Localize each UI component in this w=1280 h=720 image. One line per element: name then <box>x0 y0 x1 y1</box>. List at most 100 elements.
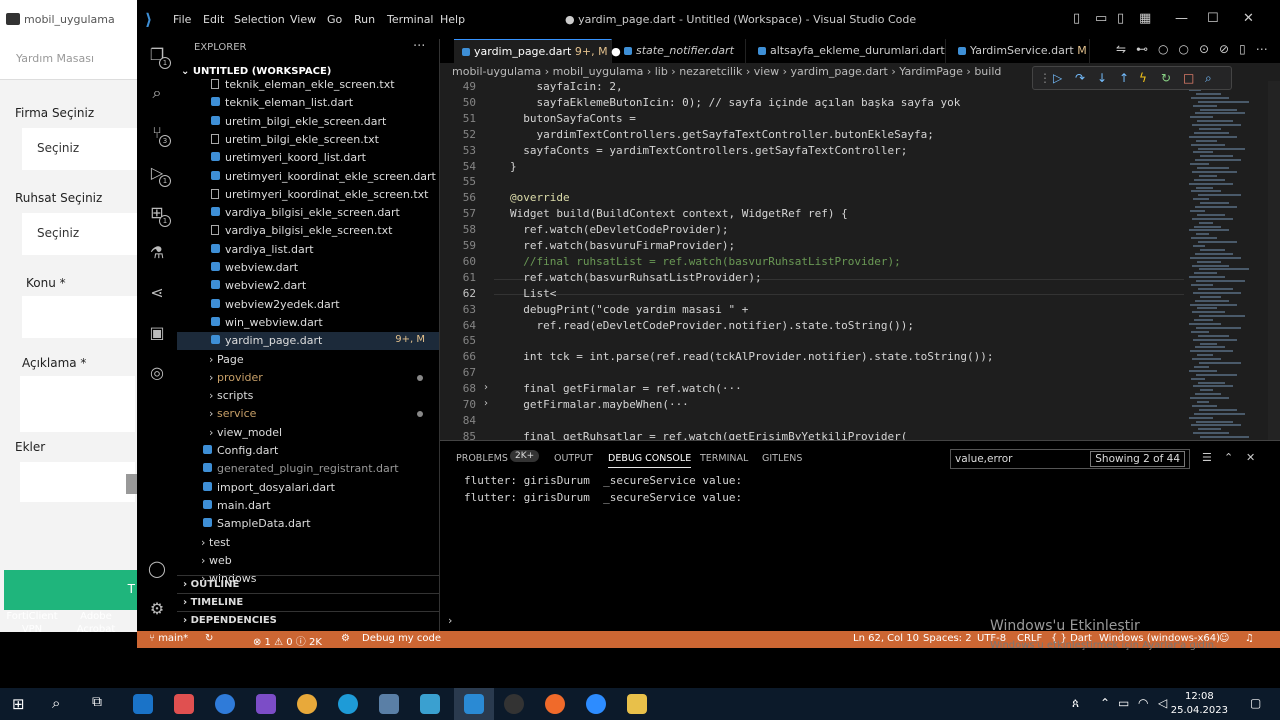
tab-yardim-service[interactable]: YardimService.dart M <box>950 39 1090 63</box>
file-item[interactable]: Config.dart <box>177 442 439 460</box>
tab-terminal[interactable]: TERMINAL <box>700 453 748 464</box>
problems-indicator[interactable]: ⊗ 1 ⚠ 0 ⓘ 2K <box>253 633 322 648</box>
feedback-icon[interactable]: ☺ <box>1219 633 1229 644</box>
continue-icon[interactable]: ▷ <box>1053 71 1062 85</box>
step-over-icon[interactable]: ↷ <box>1075 71 1085 85</box>
chrome-icon[interactable] <box>297 694 317 714</box>
task-view-icon[interactable]: ⧉ <box>92 694 102 710</box>
console-prompt[interactable]: › <box>448 614 452 627</box>
file-item[interactable]: uretim_bilgi_ekle_screen.dart <box>177 113 439 131</box>
desktop-icon-acrobat[interactable]: Adobe Acrobat <box>68 610 124 636</box>
drag-handle-icon[interactable]: ⋮ <box>1039 71 1051 85</box>
menu-terminal[interactable]: Terminal <box>387 13 434 26</box>
layout-icon[interactable]: ▦ <box>1139 11 1151 26</box>
menu-selection[interactable]: Selection <box>234 13 285 26</box>
tab-debug-console[interactable]: DEBUG CONSOLE <box>608 453 692 468</box>
zoom-icon[interactable] <box>586 694 606 714</box>
file-item[interactable]: yardim_page.dart 9+, M <box>177 332 439 351</box>
editor-actions[interactable]: ⇋⊷○○⊙⊘▯⋯ <box>1116 42 1278 56</box>
hot-reload-icon[interactable]: ϟ <box>1139 71 1147 85</box>
menu-view[interactable]: View <box>290 13 316 26</box>
file-item[interactable]: uretimyeri_koordinat_ekle_screen.dart <box>177 168 439 186</box>
file-item[interactable]: uretimyeri_koordinat_ekle_screen.txt <box>177 186 439 204</box>
testing-icon[interactable]: ⚗ <box>147 243 167 263</box>
account-icon[interactable]: ◯ <box>147 559 167 579</box>
indentation[interactable]: Spaces: 2 <box>923 633 972 644</box>
vscode-taskbar-icon[interactable] <box>464 694 484 714</box>
maximize-icon[interactable]: ☐ <box>1207 11 1219 26</box>
people-icon[interactable]: ጰ <box>1072 696 1079 711</box>
flutter-icon[interactable]: ⋖ <box>147 283 167 303</box>
file-explorer-icon[interactable] <box>627 694 647 714</box>
tab-altsayfa[interactable]: altsayfa_ekleme_durumlari.dart <box>750 39 946 63</box>
editor-scrollbar[interactable] <box>1268 81 1280 440</box>
firma-select[interactable]: Seçiniz <box>22 128 137 170</box>
file-item[interactable]: vardiya_bilgisi_ekle_screen.dart <box>177 204 439 222</box>
cursor-position[interactable]: Ln 62, Col 10 <box>853 633 919 644</box>
toggle-sidebar-icon[interactable]: ▯ <box>1073 11 1080 26</box>
tab-gitlens[interactable]: GITLENS <box>762 453 802 464</box>
terminal-icon[interactable]: ▣ <box>147 323 167 343</box>
forticlient-icon[interactable] <box>174 694 194 714</box>
outline-section[interactable]: › OUTLINE <box>177 575 439 593</box>
stop-icon[interactable]: □ <box>1183 71 1194 85</box>
toggle-secondary-icon[interactable]: ▯ <box>1117 11 1124 26</box>
folder-item[interactable]: › scripts <box>177 387 439 405</box>
tray-expand-icon[interactable]: ⌃ <box>1100 696 1110 710</box>
gear-icon[interactable]: ⚙ <box>147 599 167 619</box>
fold-chevron-icon[interactable]: › <box>484 398 488 409</box>
tab-state-notifier[interactable]: state_notifier.dart <box>616 39 746 63</box>
network-icon[interactable]: ▭ <box>1118 696 1129 710</box>
github-icon[interactable] <box>504 694 524 714</box>
folder-item[interactable]: › provider <box>177 369 439 387</box>
close-panel-icon[interactable]: ✕ <box>1246 451 1255 464</box>
notification-center-icon[interactable]: ▢ <box>1250 696 1261 710</box>
aciklama-input[interactable] <box>20 376 135 432</box>
debug-config-icon[interactable]: ⚙ <box>341 633 350 644</box>
branch-indicator[interactable]: ⑂ main* <box>149 633 188 644</box>
wifi-icon[interactable]: ◠ <box>1138 696 1148 710</box>
attach-button-fragment[interactable] <box>126 474 137 494</box>
file-item[interactable]: teknik_eleman_list.dart <box>177 94 439 112</box>
submit-button[interactable]: T <box>4 570 137 610</box>
search-icon[interactable]: ⌕ <box>147 83 167 103</box>
minimap[interactable] <box>1185 81 1265 440</box>
teams-icon[interactable] <box>215 694 235 714</box>
menu-help[interactable]: Help <box>440 13 465 26</box>
file-item[interactable]: webview2.dart <box>177 277 439 295</box>
step-out-icon[interactable]: ↑ <box>1119 71 1129 85</box>
console-filter-input[interactable]: value,error Showing 2 of 44 <box>950 449 1190 469</box>
inspect-icon[interactable]: ⌕ <box>1205 71 1212 86</box>
file-item[interactable]: SampleData.dart <box>177 515 439 533</box>
maximize-panel-icon[interactable]: ⌃ <box>1224 451 1233 464</box>
dependencies-section[interactable]: › DEPENDENCIES <box>177 611 439 629</box>
ekler-box[interactable] <box>20 462 135 502</box>
file-item[interactable]: teknik_eleman_ekle_screen.txt <box>177 76 439 94</box>
tab-output[interactable]: OUTPUT <box>554 453 593 464</box>
search-icon[interactable]: ⌕ <box>52 694 60 712</box>
fold-chevron-icon[interactable]: › <box>484 382 488 393</box>
file-item[interactable]: webview.dart <box>177 259 439 277</box>
close-icon[interactable]: ✕ <box>1243 11 1254 26</box>
menu-run[interactable]: Run <box>354 13 375 26</box>
volume-icon[interactable]: ◁ <box>1158 696 1167 710</box>
file-item[interactable]: main.dart <box>177 497 439 515</box>
outlook-icon[interactable] <box>133 694 153 714</box>
tab-problems[interactable]: PROBLEMS <box>456 453 508 464</box>
toggle-panel-icon[interactable]: ▭ <box>1095 11 1107 26</box>
folder-item[interactable]: › Page <box>177 351 439 369</box>
menu-go[interactable]: Go <box>327 13 342 26</box>
code-editor[interactable]: 49 sayfaIcin: 2, 50 sayfaEklemeButonIcin:… <box>440 81 1280 440</box>
ruhsat-select[interactable]: Seçiniz <box>22 213 137 255</box>
file-item[interactable]: vardiya_list.dart <box>177 241 439 259</box>
menu-file[interactable]: File <box>173 13 191 26</box>
minimize-icon[interactable]: — <box>1175 11 1188 26</box>
timeline-section[interactable]: › TIMELINE <box>177 593 439 611</box>
file-item[interactable]: vardiya_bilgisi_ekle_screen.txt <box>177 222 439 240</box>
debug-config[interactable]: Debug my code <box>362 633 441 644</box>
tab-yardim-page[interactable]: yardim_page.dart 9+, M ● <box>454 39 621 63</box>
konu-input[interactable] <box>22 296 137 338</box>
system-clock[interactable]: 12:08 25.04.2023 <box>1171 690 1228 718</box>
notifications-icon[interactable]: ♫ <box>1245 633 1254 644</box>
postgres-icon[interactable] <box>379 694 399 714</box>
